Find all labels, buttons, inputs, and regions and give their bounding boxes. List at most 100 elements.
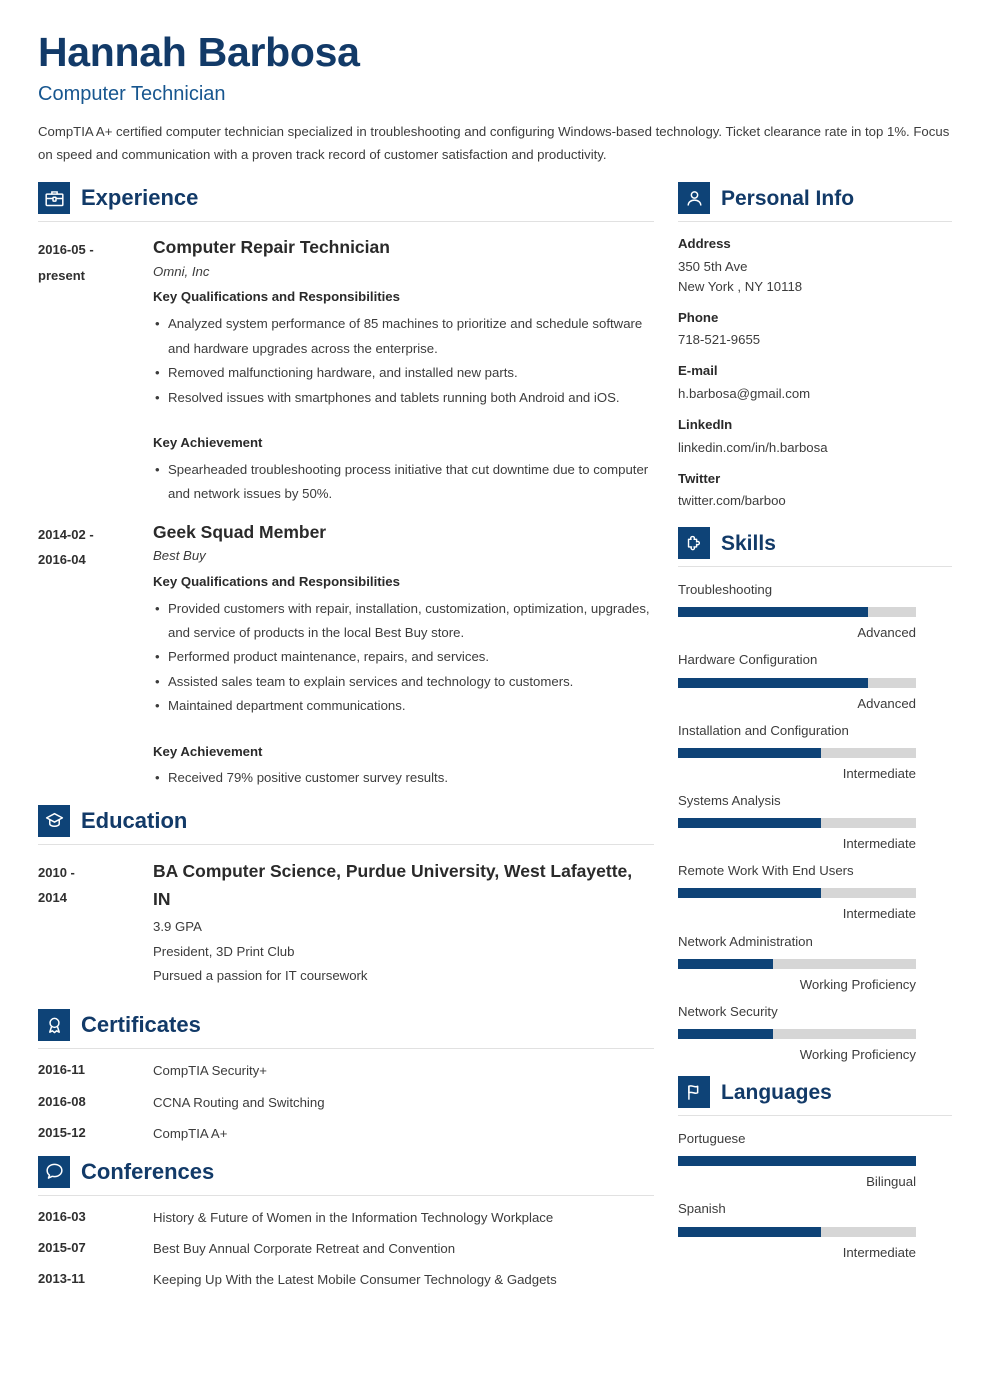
entry-date: 2016-05 - present bbox=[38, 235, 148, 506]
table-row: 2015-12 CompTIA A+ bbox=[38, 1125, 654, 1142]
list-item: Provided customers with repair, installa… bbox=[153, 597, 654, 646]
skill-label: Installation and Configuration bbox=[678, 722, 849, 738]
language-bar-track bbox=[678, 1156, 916, 1167]
qualifications-heading: Key Qualifications and Responsibilities bbox=[153, 573, 400, 589]
row-date: 2016-03 bbox=[38, 1208, 86, 1224]
personal-info-block: Twitter twitter.com/barboo bbox=[678, 470, 952, 512]
list-item: Removed malfunctioning hardware, and ins… bbox=[153, 361, 654, 386]
row-text: CompTIA A+ bbox=[153, 1125, 228, 1141]
education-entry: 2010 - 2014 BA Computer Science, Purdue … bbox=[38, 858, 654, 989]
education-detail: President, 3D Print Club bbox=[153, 943, 295, 959]
achievement-heading: Key Achievement bbox=[153, 434, 263, 450]
info-value: 718-521-9655 bbox=[678, 332, 761, 348]
education-header: Education bbox=[38, 804, 654, 845]
skill-label: Hardware Configuration bbox=[678, 652, 818, 668]
entry-body: Geek Squad Member Best Buy Key Qualifica… bbox=[148, 520, 654, 792]
entry-date-line2: 2016-04 bbox=[38, 551, 86, 567]
entry-date-line1: 2014-02 - bbox=[38, 526, 94, 542]
list-item: Assisted sales team to explain services … bbox=[153, 670, 654, 695]
skill-level: Working Proficiency bbox=[799, 976, 916, 992]
section-education: Education 2010 - 2014 BA Computer Scienc… bbox=[38, 804, 654, 989]
skill-bar-track bbox=[678, 958, 916, 969]
language-bar-fill bbox=[678, 1156, 916, 1167]
info-value: h.barbosa@gmail.com bbox=[678, 385, 811, 401]
section-certificates: Certificates 2016-11 CompTIA Security+ 2… bbox=[38, 1009, 654, 1141]
candidate-job-title: Computer Technician bbox=[38, 82, 226, 105]
personal-info-block: Phone 718-521-9655 bbox=[678, 309, 952, 351]
professional-summary: CompTIA A+ certified computer technician… bbox=[38, 123, 950, 162]
row-text: Best Buy Annual Corporate Retreat and Co… bbox=[153, 1241, 456, 1257]
education-detail: 3.9 GPA bbox=[153, 919, 202, 935]
skill-item: Troubleshooting Advanced bbox=[678, 580, 952, 642]
speech-bubble-icon bbox=[38, 1155, 70, 1188]
list-item: Spearheaded troubleshooting process init… bbox=[153, 458, 654, 507]
row-text: CCNA Routing and Switching bbox=[153, 1094, 325, 1110]
resume-header: Hannah Barbosa Computer Technician CompT… bbox=[38, 29, 952, 166]
row-date: 2015-12 bbox=[38, 1124, 86, 1140]
row-date: 2013-11 bbox=[38, 1271, 85, 1287]
section-title: Education bbox=[81, 807, 188, 833]
certificates-header: Certificates bbox=[38, 1009, 654, 1050]
skill-item: Hardware Configuration Advanced bbox=[678, 650, 952, 712]
section-skills: Skills Troubleshooting Advanced Hardware… bbox=[678, 527, 952, 1064]
row-text: Keeping Up With the Latest Mobile Consum… bbox=[153, 1272, 557, 1288]
award-ribbon-icon bbox=[38, 1009, 70, 1042]
briefcase-icon bbox=[38, 182, 70, 215]
list-item: Received 79% positive customer survey re… bbox=[153, 766, 654, 791]
section-personal-info: Personal Info Address 350 5th Ave New Yo… bbox=[678, 182, 952, 511]
entry-organization: Best Buy bbox=[153, 547, 206, 563]
info-value: twitter.com/barboo bbox=[678, 493, 786, 509]
row-text: History & Future of Women in the Informa… bbox=[153, 1209, 554, 1225]
skill-bar-track bbox=[678, 747, 916, 758]
table-row: 2013-11 Keeping Up With the Latest Mobil… bbox=[38, 1271, 654, 1288]
language-level: Intermediate bbox=[842, 1244, 916, 1260]
right-column: Personal Info Address 350 5th Ave New Yo… bbox=[678, 182, 952, 1269]
skills-header: Skills bbox=[678, 527, 952, 568]
qualifications-heading: Key Qualifications and Responsibilities bbox=[153, 289, 400, 305]
skill-bar-fill bbox=[678, 607, 869, 618]
person-icon bbox=[678, 182, 710, 215]
row-date: 2015-07 bbox=[38, 1240, 86, 1256]
table-row: 2016-08 CCNA Routing and Switching bbox=[38, 1094, 654, 1111]
experience-entry: 2016-05 - present Computer Repair Techni… bbox=[38, 235, 654, 506]
info-label: Address bbox=[678, 236, 731, 252]
skill-bar-fill bbox=[678, 958, 774, 969]
language-label: Portuguese bbox=[678, 1131, 746, 1147]
personal-info-block: LinkedIn linkedin.com/in/h.barbosa bbox=[678, 416, 952, 458]
entry-date-line1: 2010 - bbox=[38, 864, 75, 880]
achievement-heading: Key Achievement bbox=[153, 743, 263, 759]
experience-header: Experience bbox=[38, 182, 654, 223]
list-item: Resolved issues with smartphones and tab… bbox=[153, 386, 654, 411]
flag-icon bbox=[678, 1076, 710, 1109]
row-date: 2016-08 bbox=[38, 1093, 86, 1109]
skill-bar-fill bbox=[678, 677, 869, 688]
row-text: CompTIA Security+ bbox=[153, 1063, 267, 1079]
experience-entry: 2014-02 - 2016-04 Geek Squad Member Best… bbox=[38, 520, 654, 792]
skill-bar-fill bbox=[678, 747, 821, 758]
qualifications-list: Provided customers with repair, installa… bbox=[153, 597, 654, 720]
table-row: 2015-07 Best Buy Annual Corporate Retrea… bbox=[38, 1240, 654, 1257]
achievement-list: Received 79% positive customer survey re… bbox=[153, 766, 654, 791]
qualifications-list: Analyzed system performance of 85 machin… bbox=[153, 312, 654, 410]
skill-bar-track bbox=[678, 818, 916, 829]
skill-bar-track bbox=[678, 1028, 916, 1039]
language-label: Spanish bbox=[678, 1201, 726, 1217]
personal-info-header: Personal Info bbox=[678, 182, 952, 223]
section-title: Personal Info bbox=[721, 186, 855, 210]
entry-role: Computer Repair Technician bbox=[153, 237, 390, 258]
personal-info-block: E-mail h.barbosa@gmail.com bbox=[678, 362, 952, 404]
entry-date-line2: present bbox=[38, 267, 85, 283]
skill-level: Advanced bbox=[857, 625, 916, 641]
skill-item: Installation and Configuration Intermedi… bbox=[678, 721, 952, 783]
section-title: Skills bbox=[721, 531, 776, 555]
entry-body: BA Computer Science, Purdue University, … bbox=[148, 858, 654, 989]
achievement-list: Spearheaded troubleshooting process init… bbox=[153, 458, 654, 507]
skill-item: Network Security Working Proficiency bbox=[678, 1002, 952, 1064]
language-bar-fill bbox=[678, 1226, 821, 1237]
language-bar-track bbox=[678, 1226, 916, 1237]
entry-date-line2: 2014 bbox=[38, 890, 67, 906]
skill-label: Network Administration bbox=[678, 933, 813, 949]
skill-label: Systems Analysis bbox=[678, 792, 781, 808]
skill-bar-fill bbox=[678, 1028, 774, 1039]
info-label: LinkedIn bbox=[678, 417, 733, 433]
